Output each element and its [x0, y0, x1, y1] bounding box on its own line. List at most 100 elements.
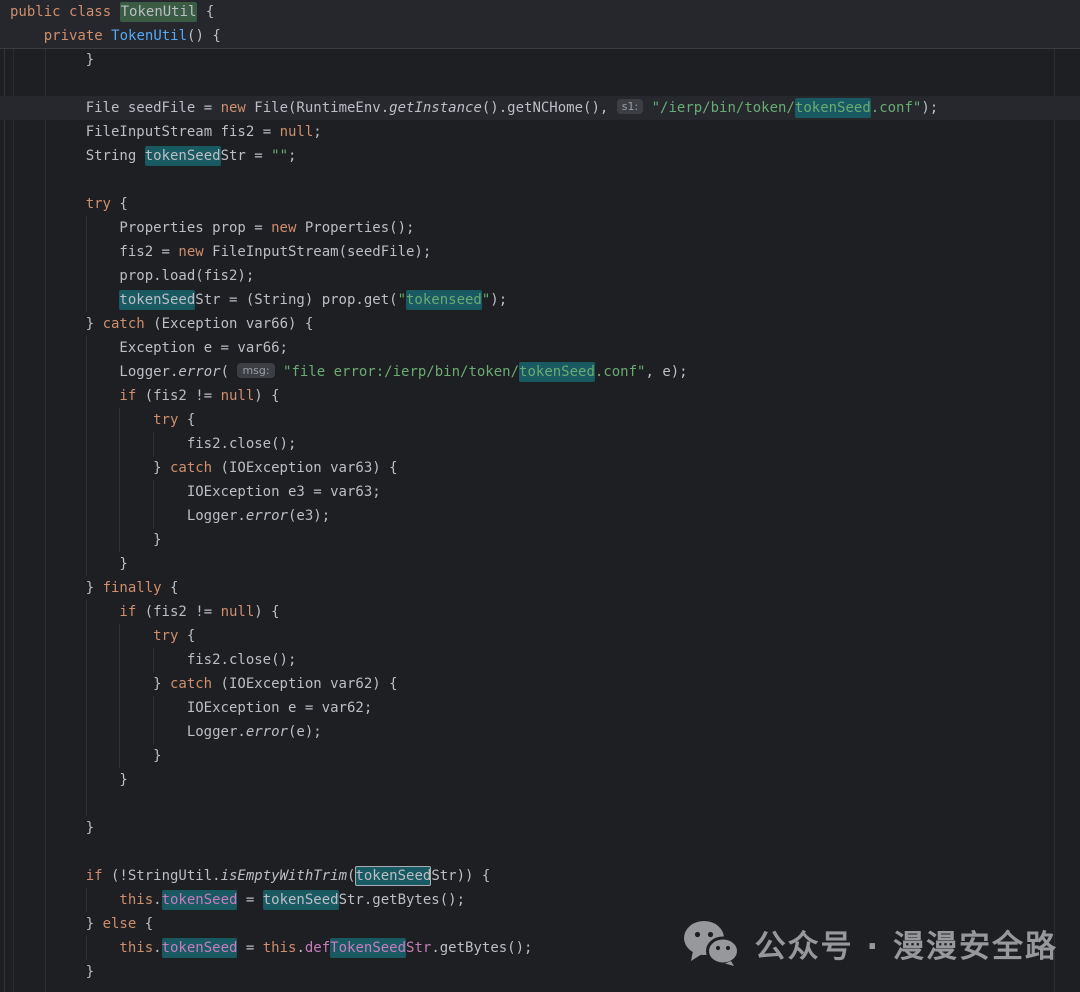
- code-line[interactable]: [0, 72, 1080, 96]
- indent-guide: [86, 768, 120, 792]
- code-token: );: [490, 292, 507, 308]
- code-token: tokenSeed: [519, 362, 595, 382]
- code-line[interactable]: Exception e = var66;: [0, 336, 1080, 360]
- code-line[interactable]: tokenSeedStr = (String) prop.get("tokens…: [0, 288, 1080, 312]
- code-line[interactable]: fis2 = new FileInputStream(seedFile);: [0, 240, 1080, 264]
- indent-guide: [86, 384, 120, 408]
- code-line[interactable]: if (fis2 != null) {: [0, 600, 1080, 624]
- code-line[interactable]: }: [0, 48, 1080, 72]
- indent-guide: [86, 624, 120, 648]
- code-token: }: [119, 772, 127, 788]
- code-line[interactable]: IOException e = var62;: [0, 696, 1080, 720]
- code-token: tokenSeed: [162, 890, 238, 910]
- indent-guide: [52, 192, 86, 216]
- indent-guide: [52, 336, 86, 360]
- code-line[interactable]: } catch (IOException var62) {: [0, 672, 1080, 696]
- code-line[interactable]: if (fis2 != null) {: [0, 384, 1080, 408]
- indent-guide: [52, 936, 86, 960]
- code-token: , e);: [645, 364, 687, 380]
- code-editor[interactable]: } File seedFile = new File(RuntimeEnv.get…: [0, 48, 1080, 984]
- code-line[interactable]: IOException e3 = var63;: [0, 480, 1080, 504]
- code-token: }: [153, 532, 161, 548]
- code-token: null: [221, 604, 255, 620]
- indent-guide: [52, 504, 86, 528]
- sticky-lines-panel[interactable]: public class TokenUtil { private TokenUt…: [0, 0, 1080, 48]
- code-token: IOException e3 = var63;: [187, 484, 381, 500]
- indent-guide: [153, 432, 187, 456]
- indent-guide: [52, 120, 86, 144]
- indent-guide: [119, 528, 153, 552]
- code-line[interactable]: } finally {: [0, 576, 1080, 600]
- code-line[interactable]: private TokenUtil() {: [0, 24, 1080, 48]
- code-token: }: [86, 916, 103, 932]
- indent-guide: [119, 408, 153, 432]
- code-line[interactable]: public class TokenUtil {: [0, 0, 1080, 24]
- code-token: try: [153, 412, 178, 428]
- code-token: private: [44, 28, 103, 44]
- indent-guide: [153, 480, 187, 504]
- code-line[interactable]: Logger.error(e);: [0, 720, 1080, 744]
- indent-guide: [52, 432, 86, 456]
- indent-guide: [86, 264, 120, 288]
- code-token: }: [86, 316, 103, 332]
- code-line[interactable]: String tokenSeedStr = "";: [0, 144, 1080, 168]
- indent-guide: [52, 672, 86, 696]
- code-line[interactable]: try {: [0, 192, 1080, 216]
- code-line[interactable]: }: [0, 816, 1080, 840]
- indent-guide: [119, 648, 153, 672]
- code-line[interactable]: fis2.close();: [0, 648, 1080, 672]
- code-line[interactable]: FileInputStream fis2 = null;: [0, 120, 1080, 144]
- code-line[interactable]: this.tokenSeed = tokenSeedStr.getBytes()…: [0, 888, 1080, 912]
- code-token: (!StringUtil.: [103, 868, 221, 884]
- code-token: [103, 28, 111, 44]
- code-token: tokenSeed: [355, 866, 431, 886]
- code-token: this: [119, 940, 153, 956]
- code-line-current[interactable]: File seedFile = new File(RuntimeEnv.getI…: [0, 96, 1080, 120]
- code-line[interactable]: } catch (IOException var63) {: [0, 456, 1080, 480]
- code-token: (Exception var66) {: [145, 316, 314, 332]
- indent-guide: [52, 72, 86, 96]
- code-token: ) {: [254, 604, 279, 620]
- code-token: "/ierp/bin/token/: [652, 100, 795, 116]
- code-line[interactable]: } catch (Exception var66) {: [0, 312, 1080, 336]
- indent-guide: [52, 816, 86, 840]
- code-line[interactable]: prop.load(fis2);: [0, 264, 1080, 288]
- indent-guide: [86, 744, 120, 768]
- code-token: (IOException var62) {: [212, 676, 397, 692]
- code-line[interactable]: }: [0, 552, 1080, 576]
- inlay-hint: s1:: [617, 99, 643, 114]
- code-line[interactable]: try {: [0, 624, 1080, 648]
- code-token: =: [237, 892, 262, 908]
- code-token: .: [296, 940, 304, 956]
- code-token: }: [86, 820, 94, 836]
- code-token: [61, 4, 69, 20]
- code-token: {: [178, 628, 195, 644]
- indent-guide: [153, 696, 187, 720]
- code-line[interactable]: }: [0, 528, 1080, 552]
- indent-guide: [52, 168, 86, 192]
- code-token: (fis2 !=: [136, 604, 220, 620]
- code-token: (fis2 !=: [136, 388, 220, 404]
- code-line[interactable]: Logger.error( msg: "file error:/ierp/bin…: [0, 360, 1080, 384]
- code-line[interactable]: [0, 792, 1080, 816]
- indent-guide: [86, 888, 120, 912]
- code-token: {: [197, 4, 214, 20]
- code-line[interactable]: [0, 840, 1080, 864]
- indent-guide: [86, 648, 120, 672]
- code-line[interactable]: Properties prop = new Properties();: [0, 216, 1080, 240]
- indent-guide: [86, 480, 120, 504]
- code-line[interactable]: try {: [0, 408, 1080, 432]
- code-token: File seedFile =: [86, 100, 221, 116]
- code-line[interactable]: }: [0, 744, 1080, 768]
- code-token: else: [103, 916, 137, 932]
- code-line[interactable]: }: [0, 768, 1080, 792]
- indent-guide: [86, 600, 120, 624]
- code-token: this: [263, 940, 297, 956]
- indent-guide: [86, 432, 120, 456]
- indent-guide: [119, 504, 153, 528]
- code-token: tokenseed: [406, 290, 482, 310]
- code-line[interactable]: fis2.close();: [0, 432, 1080, 456]
- code-line[interactable]: if (!StringUtil.isEmptyWithTrim(tokenSee…: [0, 864, 1080, 888]
- code-line[interactable]: [0, 168, 1080, 192]
- code-line[interactable]: Logger.error(e3);: [0, 504, 1080, 528]
